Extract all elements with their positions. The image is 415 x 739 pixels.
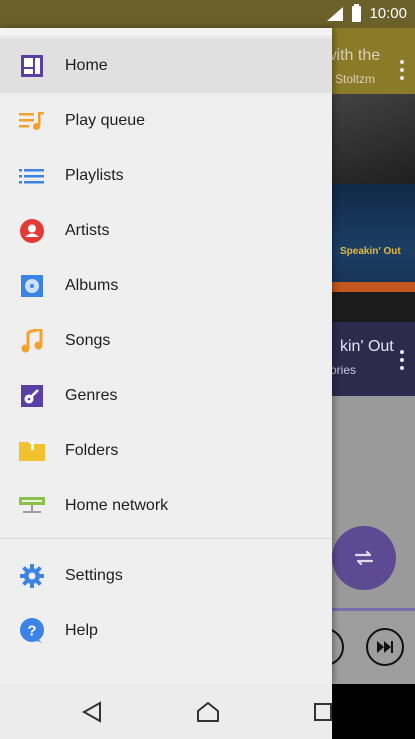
help-icon: ? [19, 617, 45, 644]
drawer-item-label: Play queue [65, 111, 146, 129]
settings-gear-icon [19, 563, 45, 589]
music-note-icon [19, 328, 45, 354]
playlists-icon [19, 163, 45, 189]
drawer-item-label: Folders [65, 441, 119, 459]
home-icon [197, 702, 219, 722]
drawer-item-folders[interactable]: Folders [0, 423, 332, 478]
drawer-item-play-queue[interactable]: Play queue [0, 93, 332, 148]
status-bar: 10:00 [0, 0, 415, 28]
recents-icon [314, 703, 332, 721]
drawer-item-playlists[interactable]: Playlists [0, 148, 332, 203]
status-icons: 10:00 [326, 3, 407, 22]
system-nav-bar [0, 684, 415, 739]
guitar-icon [19, 383, 45, 409]
drawer-item-songs[interactable]: Songs [0, 313, 332, 368]
folder-icon [19, 438, 45, 464]
home-button[interactable] [193, 698, 223, 726]
recents-button[interactable] [308, 698, 338, 726]
drawer-divider [0, 538, 332, 539]
artist-icon [19, 218, 45, 244]
drawer-item-label: Genres [65, 386, 118, 404]
drawer-item-label: Songs [65, 331, 111, 349]
skip-next-icon [377, 641, 393, 653]
drawer-item-home-network[interactable]: Home network [0, 478, 332, 533]
list-item-subtitle: ories [330, 363, 357, 377]
drawer-item-label: Help [65, 621, 98, 639]
back-icon [81, 701, 101, 723]
drawer-item-albums[interactable]: Albums [0, 258, 332, 313]
header-track-title: with the [325, 47, 381, 64]
home-network-icon [19, 493, 45, 519]
back-button[interactable] [77, 698, 107, 726]
drawer-item-label: Playlists [65, 166, 124, 184]
home-grid-icon [19, 53, 45, 79]
signal-icon [326, 6, 344, 22]
nav-bar-drawer-area [0, 684, 332, 739]
navigation-drawer: Home Play queue Playlists Artists Albums… [0, 28, 332, 684]
svg-text:?: ? [27, 622, 36, 639]
drawer-item-label: Home network [65, 496, 169, 514]
more-options-icon[interactable] [400, 350, 404, 370]
drawer-item-help[interactable]: ? Help [0, 603, 332, 658]
drawer-item-genres[interactable]: Genres [0, 368, 332, 423]
play-queue-icon [19, 108, 45, 134]
drawer-item-label: Albums [65, 276, 119, 294]
clock: 10:00 [369, 5, 407, 22]
next-track-button[interactable] [366, 628, 404, 666]
drawer-item-home[interactable]: Home [0, 38, 332, 93]
more-options-icon[interactable] [400, 60, 404, 80]
album-art-text: Speakin' Out [340, 246, 401, 257]
drawer-item-label: Home [65, 56, 108, 74]
shuffle-button[interactable] [332, 526, 396, 590]
drawer-header [0, 28, 332, 37]
drawer-item-settings[interactable]: Settings [0, 548, 332, 603]
header-track-artist: Stoltzm [335, 72, 376, 86]
album-icon [19, 273, 45, 299]
drawer-item-artists[interactable]: Artists [0, 203, 332, 258]
battery-icon [352, 3, 362, 22]
drawer-item-label: Artists [65, 221, 110, 239]
list-item-title: kin' Out [340, 338, 394, 355]
drawer-item-label: Settings [65, 566, 123, 584]
shuffle-icon [354, 550, 374, 566]
